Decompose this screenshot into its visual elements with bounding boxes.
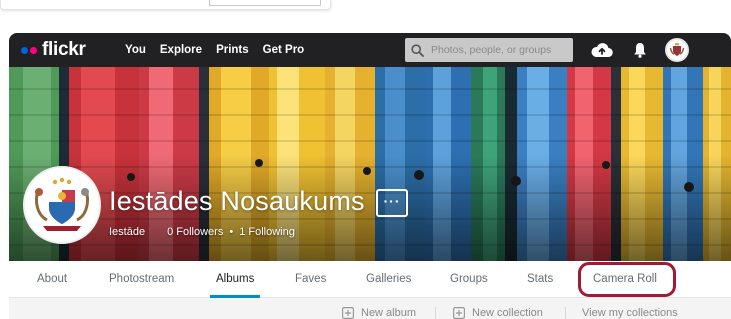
upload-cloud-icon[interactable]: [591, 40, 613, 60]
tab-about[interactable]: About: [37, 261, 67, 298]
more-options-button[interactable]: ···: [376, 189, 408, 217]
logo-pink-dot: [30, 46, 37, 54]
coat-of-arms-icon: [25, 168, 99, 242]
nav-link-you[interactable]: You: [125, 44, 146, 56]
new-album-button[interactable]: New album: [342, 307, 416, 319]
search-box[interactable]: [405, 38, 573, 62]
coat-of-arms-icon: [667, 40, 687, 60]
meta-separator: •: [229, 226, 234, 238]
bell-icon[interactable]: [629, 40, 651, 60]
nav-links: You Explore Prints Get Pro: [125, 33, 318, 67]
toolbar-divider: [565, 307, 566, 319]
new-collection-button[interactable]: New collection: [453, 307, 543, 319]
plus-square-icon: [342, 307, 354, 319]
plus-square-icon: [453, 307, 465, 319]
camera-roll-highlight: [578, 262, 676, 297]
background-window-fragment: [0, 0, 331, 10]
tab-photostream[interactable]: Photostream: [109, 261, 174, 298]
user-avatar-small[interactable]: [665, 38, 689, 62]
profile-meta: Iestāde 0 Followers • 1 Following: [109, 226, 295, 238]
tab-galleries[interactable]: Galleries: [366, 261, 411, 298]
logo-blue-dot: [21, 46, 28, 54]
nav-link-explore[interactable]: Explore: [160, 44, 202, 56]
tab-stats[interactable]: Stats: [527, 261, 553, 298]
search-input[interactable]: [431, 44, 566, 56]
top-nav-bar: flickr You Explore Prints Get Pro: [9, 33, 731, 67]
logo-text: flickr: [42, 39, 86, 60]
tab-groups[interactable]: Groups: [450, 261, 488, 298]
flickr-page: flickr You Explore Prints Get Pro Photos…: [9, 33, 731, 319]
toolbar-divider: [435, 307, 436, 319]
profile-username: Iestāde: [109, 226, 146, 238]
more-options-label: ···: [383, 193, 401, 209]
nav-link-get-pro[interactable]: Get Pro: [263, 44, 305, 56]
profile-avatar[interactable]: [23, 166, 101, 244]
following-link[interactable]: 1 Following: [239, 226, 295, 238]
nav-link-prints[interactable]: Prints: [216, 44, 249, 56]
tab-albums[interactable]: Albums: [209, 261, 261, 298]
albums-toolbar: New album New collection View my collect…: [9, 298, 731, 319]
profile-name: Iestādes Nosaukums: [109, 186, 365, 216]
view-collections-link[interactable]: View my collections: [582, 307, 678, 319]
tab-faves[interactable]: Faves: [295, 261, 326, 298]
followers-link[interactable]: 0 Followers: [167, 226, 223, 238]
background-window-field: [209, 0, 321, 6]
view-collections-label: View my collections: [582, 307, 678, 319]
new-album-label: New album: [361, 307, 417, 319]
new-collection-label: New collection: [472, 307, 543, 319]
search-icon: [411, 43, 424, 57]
flickr-logo[interactable]: flickr: [21, 39, 86, 61]
